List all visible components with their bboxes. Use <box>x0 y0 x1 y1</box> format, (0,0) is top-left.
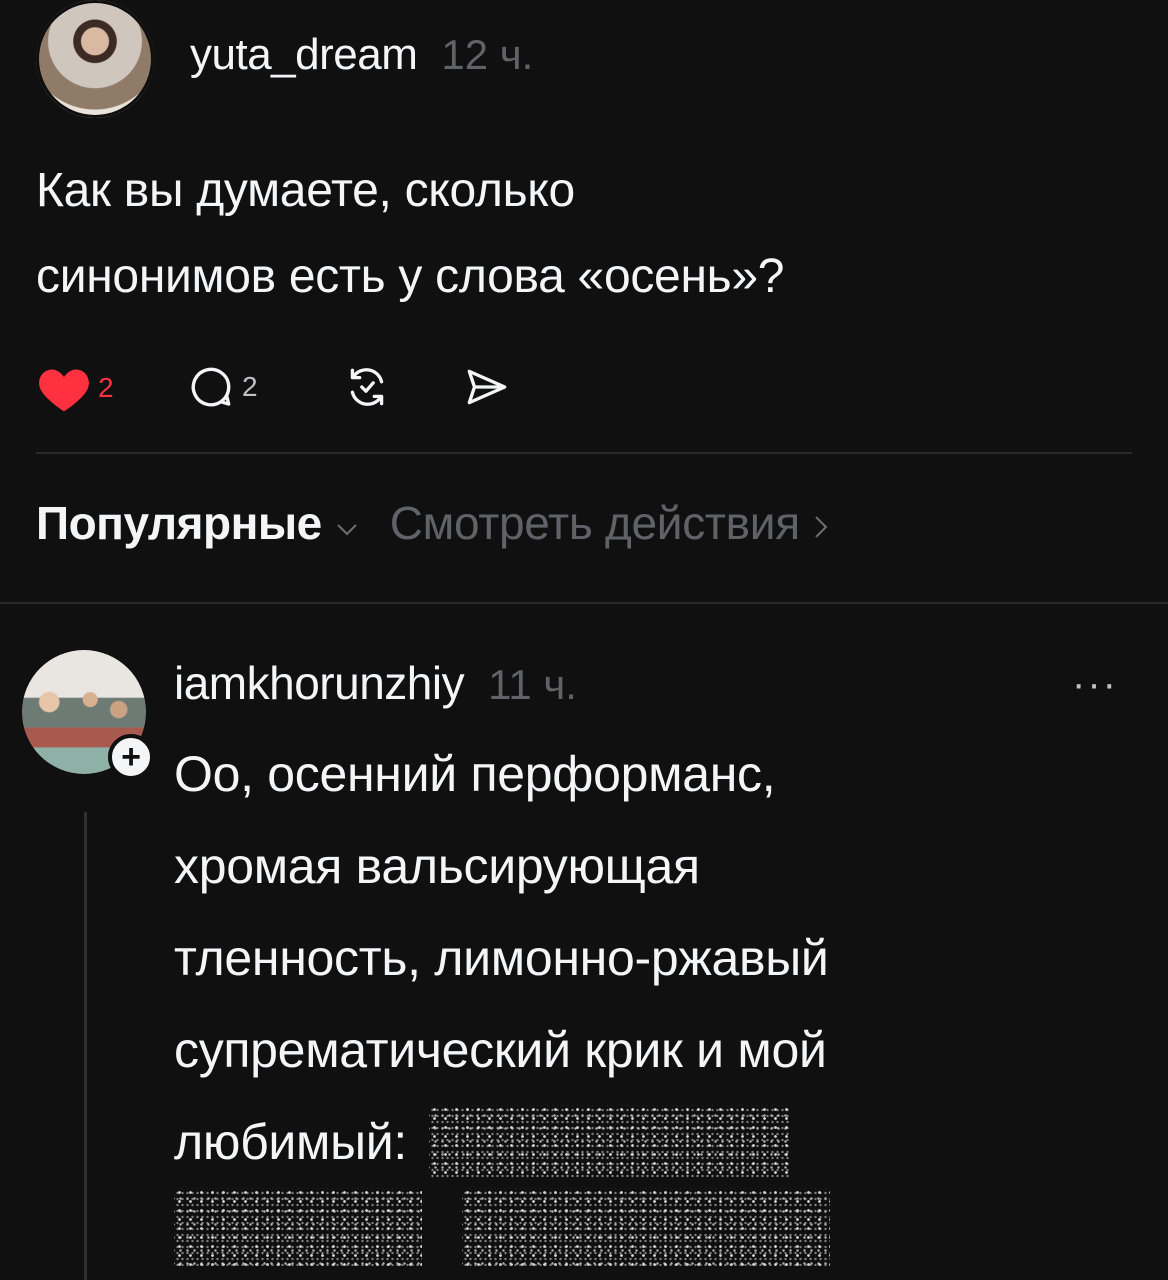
comment-icon <box>186 362 236 412</box>
spoiler-text[interactable] <box>462 1188 830 1266</box>
post-text-line: Как вы думаете, сколько <box>36 164 575 217</box>
reply-text: Оо, осенний перформанс, хромая вальсирую… <box>174 728 1154 1188</box>
post-text: Как вы думаете, сколько синонимов есть у… <box>36 148 1136 320</box>
reply-text-line: тленность, лимонно-ржавый <box>174 930 829 986</box>
reply-text-line: супрематический крик и мой <box>174 1022 827 1078</box>
comment-button[interactable]: 2 <box>186 362 258 412</box>
divider <box>36 452 1132 454</box>
reply-text-line: хромая вальсирующая <box>174 838 700 894</box>
view-activity-link[interactable]: Смотреть действия <box>390 496 800 550</box>
more-icon[interactable]: ··· <box>1072 662 1118 707</box>
reply-timestamp: 11 ч. <box>488 661 577 708</box>
comment-count: 2 <box>242 371 258 402</box>
post-author-name[interactable]: yuta_dream <box>190 30 418 80</box>
chevron-right-icon[interactable] <box>814 515 828 539</box>
author-avatar[interactable] <box>36 0 154 118</box>
heart-icon <box>36 362 92 414</box>
post-timestamp: 12 ч. <box>441 31 534 78</box>
reply-text-line: любимый: <box>174 1114 407 1170</box>
reply-text-line: Оо, осенний перформанс, <box>174 746 776 802</box>
like-button[interactable]: 2 <box>36 362 114 414</box>
spoiler-text[interactable] <box>174 1188 422 1266</box>
spoiler-text[interactable] <box>428 1105 789 1179</box>
divider <box>0 602 1168 604</box>
reply-author-name[interactable]: iamkhorunzhiy <box>174 656 465 710</box>
chevron-down-icon[interactable] <box>336 523 358 537</box>
thread-line <box>84 812 87 1280</box>
repost-icon[interactable] <box>340 362 394 412</box>
like-count: 2 <box>98 372 114 403</box>
sort-dropdown-label[interactable]: Популярные <box>36 496 322 550</box>
follow-plus-icon[interactable]: + <box>108 734 154 780</box>
share-icon[interactable] <box>460 362 514 412</box>
post-text-line: синонимов есть у слова «осень»? <box>36 250 785 303</box>
